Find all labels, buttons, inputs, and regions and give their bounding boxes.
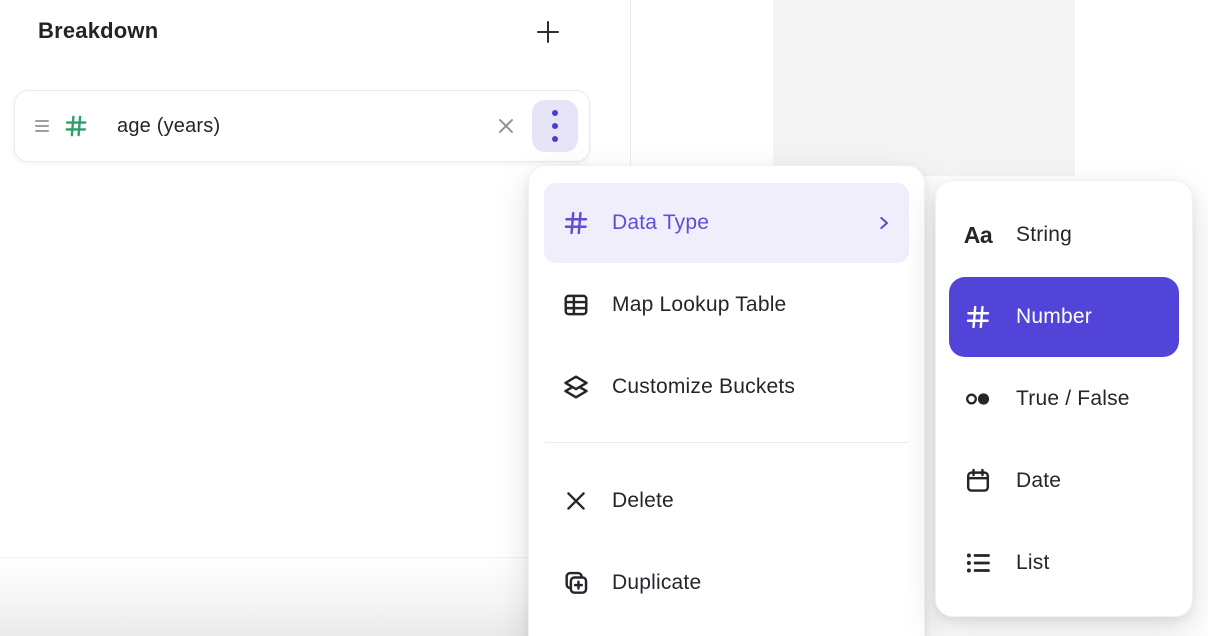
plus-icon (533, 17, 563, 47)
menu-item-data-type[interactable]: Data Type (544, 183, 909, 263)
menu-item-map-lookup-table[interactable]: Map Lookup Table (544, 265, 909, 345)
kebab-menu-icon (552, 110, 558, 142)
remove-field-button[interactable] (491, 111, 521, 141)
submenu-item-string[interactable]: Aa String (949, 195, 1179, 275)
layers-icon (562, 373, 590, 401)
menu-item-duplicate[interactable]: Duplicate (544, 543, 909, 623)
drag-handle-icon[interactable] (35, 120, 49, 132)
menu-item-label: Delete (612, 489, 674, 513)
canvas-placeholder (773, 0, 1075, 176)
menu-item-customize-buckets[interactable]: Customize Buckets (544, 347, 909, 427)
submenu-item-label: List (1016, 551, 1049, 575)
submenu-item-number[interactable]: Number (949, 277, 1179, 357)
hash-icon (964, 303, 992, 331)
submenu-item-label: Date (1016, 469, 1061, 493)
panel-header: Breakdown (38, 18, 158, 44)
menu-item-label: Duplicate (612, 571, 701, 595)
table-icon (562, 291, 590, 319)
menu-divider (545, 442, 908, 443)
duplicate-icon (562, 569, 590, 597)
menu-item-label: Data Type (612, 211, 709, 235)
app-window: Breakdown age (years) (0, 0, 1208, 636)
menu-item-label: Customize Buckets (612, 375, 795, 399)
hash-icon (562, 209, 590, 237)
submenu-item-true-false[interactable]: True / False (949, 359, 1179, 439)
breakdown-field-row[interactable]: age (years) (14, 90, 590, 162)
submenu-item-label: Number (1016, 305, 1092, 329)
calendar-icon (964, 467, 992, 495)
field-context-menu: Data Type Map Lookup Table (528, 165, 925, 636)
page-title: Breakdown (38, 18, 158, 43)
list-icon (964, 549, 992, 577)
menu-item-delete[interactable]: Delete (544, 461, 909, 541)
field-options-button[interactable] (532, 100, 578, 152)
text-aa-icon: Aa (964, 221, 992, 249)
chevron-right-icon (876, 215, 892, 231)
submenu-item-label: String (1016, 223, 1072, 247)
field-name-label: age (years) (117, 115, 220, 138)
boolean-icon (964, 385, 992, 413)
data-type-submenu: Aa String Number True / False (935, 180, 1193, 617)
submenu-item-date[interactable]: Date (949, 441, 1179, 521)
add-breakdown-button[interactable] (530, 14, 566, 50)
close-icon (494, 114, 518, 138)
menu-item-label: Map Lookup Table (612, 293, 786, 317)
hash-icon (63, 113, 89, 139)
x-icon (562, 487, 590, 515)
submenu-item-label: True / False (1016, 387, 1130, 411)
submenu-item-list[interactable]: List (949, 523, 1179, 603)
